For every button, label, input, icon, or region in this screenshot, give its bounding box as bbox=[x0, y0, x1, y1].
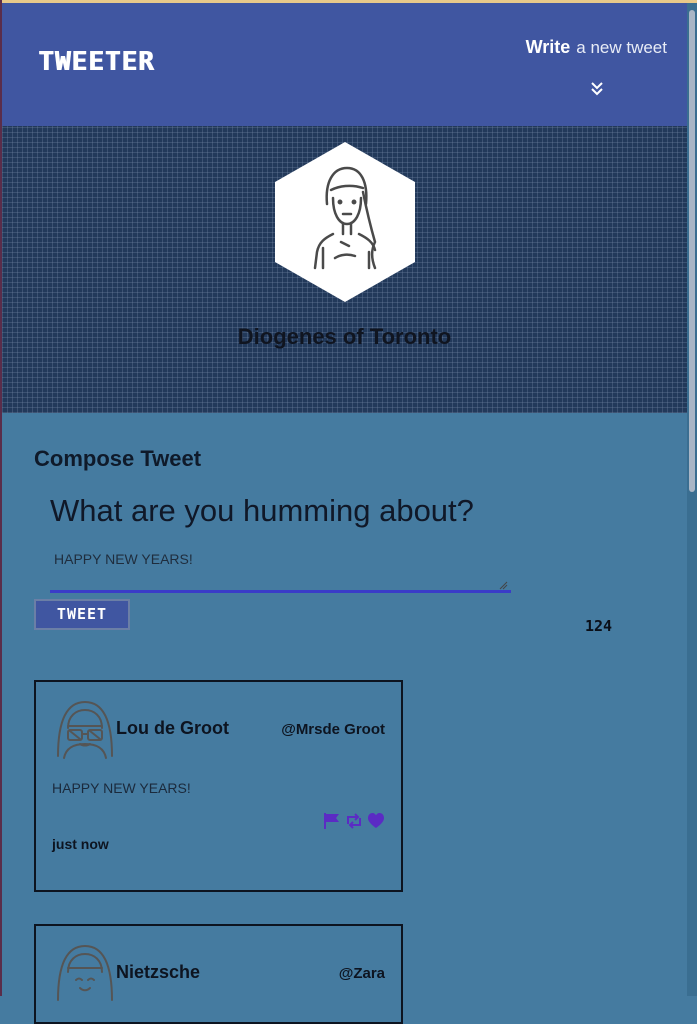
brand-logo[interactable]: TWEETER bbox=[38, 47, 155, 77]
top-nav: TWEETER Write a new tweet bbox=[2, 3, 687, 126]
tweet-avatar-icon bbox=[57, 700, 113, 759]
write-label: Write bbox=[525, 37, 571, 57]
write-rest-label: a new tweet bbox=[576, 38, 667, 57]
tweet-author-name[interactable]: Nietzsche bbox=[116, 962, 200, 983]
profile-banner: Diogenes of Toronto bbox=[2, 126, 687, 413]
heart-icon[interactable] bbox=[367, 812, 385, 830]
tweet-button[interactable]: TWEET bbox=[34, 599, 130, 630]
write-new-tweet-link[interactable]: Write a new tweet bbox=[526, 37, 667, 58]
tweet-textarea[interactable] bbox=[50, 543, 511, 593]
compose-prompt: What are you humming about? bbox=[50, 493, 474, 528]
tweet-card: Lou de Groot @Mrsde Groot HAPPY NEW YEAR… bbox=[34, 680, 403, 892]
compose-title: Compose Tweet bbox=[34, 446, 202, 471]
profile-name: Diogenes of Toronto bbox=[237, 324, 452, 349]
tweet-avatar-icon bbox=[57, 944, 113, 1001]
double-chevron-down-icon[interactable] bbox=[587, 80, 607, 100]
scrollbar-thumb[interactable] bbox=[689, 10, 695, 492]
retweet-icon[interactable] bbox=[345, 812, 363, 830]
tweet-author-handle[interactable]: @Zara bbox=[339, 965, 385, 982]
tweet-author-handle[interactable]: @Mrsde Groot bbox=[281, 721, 385, 738]
tweet-actions bbox=[323, 812, 385, 830]
resize-grip-icon[interactable] bbox=[498, 580, 508, 590]
user-avatar-icon bbox=[275, 142, 415, 302]
flag-icon[interactable] bbox=[323, 812, 341, 830]
char-counter: 124 bbox=[585, 617, 613, 635]
tweet-card: Nietzsche @Zara bbox=[34, 924, 403, 1024]
tweet-timestamp: just now bbox=[52, 836, 109, 852]
tweet-author-name[interactable]: Lou de Groot bbox=[116, 718, 229, 739]
tweet-text: HAPPY NEW YEARS! bbox=[52, 780, 191, 796]
